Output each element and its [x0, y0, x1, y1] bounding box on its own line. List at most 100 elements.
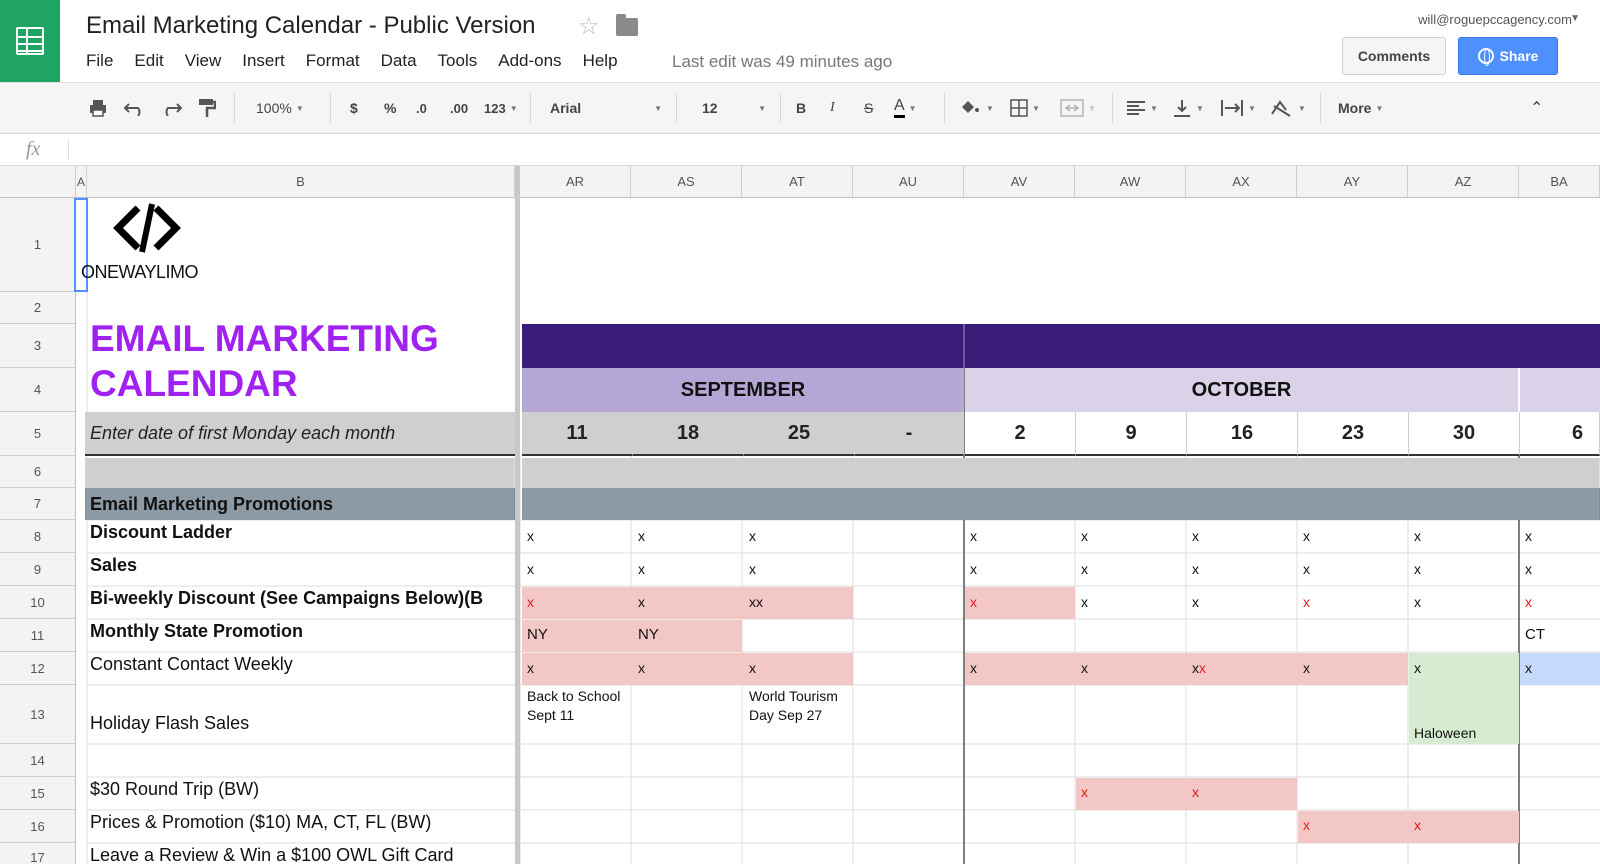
mark-r8-ay[interactable]: x	[1303, 528, 1310, 544]
column-header-b[interactable]: B	[87, 166, 515, 198]
frozen-column-divider[interactable]	[515, 166, 520, 864]
menu-edit[interactable]: Edit	[134, 51, 163, 71]
merge-cells-button[interactable]: ▼	[1060, 83, 1096, 133]
mark-r9-az[interactable]: x	[1414, 561, 1421, 577]
chevron-down-icon[interactable]: ▼	[1570, 13, 1580, 24]
mark-r8-as[interactable]: x	[638, 528, 645, 544]
share-button[interactable]: Share	[1458, 37, 1558, 75]
date-cell-as[interactable]: 18	[633, 412, 744, 456]
mark-r9-ba[interactable]: x	[1525, 561, 1532, 577]
menu-help[interactable]: Help	[583, 51, 618, 71]
percent-format-button[interactable]: %	[384, 83, 396, 133]
formula-bar[interactable]: fx	[0, 134, 1600, 166]
column-header-at[interactable]: AT	[742, 166, 853, 198]
note-world-tourism[interactable]: World Tourism Day Sep 27	[749, 687, 849, 725]
row-header-7[interactable]: 7	[0, 488, 76, 520]
mark-r12-ar[interactable]: x	[527, 660, 534, 676]
font-family-select[interactable]: Arial ▼	[550, 83, 662, 133]
row-header-4[interactable]: 4	[0, 368, 76, 412]
text-color-button[interactable]: A ▼	[894, 83, 917, 133]
paint-format-icon[interactable]	[198, 83, 216, 133]
mark-r15-aw[interactable]: x	[1081, 784, 1088, 800]
row-header-17[interactable]: 17	[0, 843, 76, 864]
decrease-decimal-button[interactable]: .0	[416, 83, 427, 133]
mark-r12-ba[interactable]: x	[1525, 660, 1532, 676]
column-header-ax[interactable]: AX	[1186, 166, 1297, 198]
row-label-holiday-flash-sales[interactable]: Holiday Flash Sales	[90, 713, 249, 734]
mark-r10-az[interactable]: x	[1414, 594, 1421, 610]
mark-r8-ar[interactable]: x	[527, 528, 534, 544]
row-header-9[interactable]: 9	[0, 553, 76, 586]
row-header-12[interactable]: 12	[0, 652, 76, 685]
mark-r12-az[interactable]: x	[1414, 660, 1421, 676]
strikethrough-button[interactable]: S	[864, 83, 873, 133]
date-cell-at[interactable]: 25	[744, 412, 855, 456]
mark-r11-as[interactable]: NY	[638, 626, 659, 643]
row-header-1[interactable]: 1	[0, 198, 76, 292]
mark-r8-ax[interactable]: x	[1192, 528, 1199, 544]
mark-r8-av[interactable]: x	[970, 528, 977, 544]
mark-r16-az[interactable]: x	[1414, 817, 1421, 833]
row-label-constant-contact[interactable]: Constant Contact Weekly	[90, 654, 293, 675]
zoom-select[interactable]: 100% ▼	[256, 83, 304, 133]
account-email[interactable]: will@roguepccagency.com	[1418, 12, 1572, 27]
mark-r10-ba[interactable]: x	[1525, 594, 1532, 610]
date-cell-aw[interactable]: 9	[1076, 412, 1187, 456]
text-rotation-button[interactable]: ▼	[1270, 83, 1306, 133]
row-header-11[interactable]: 11	[0, 619, 76, 652]
column-header-au[interactable]: AU	[853, 166, 964, 198]
row-header-3[interactable]: 3	[0, 324, 76, 368]
column-header-as[interactable]: AS	[631, 166, 742, 198]
mark-r9-aw[interactable]: x	[1081, 561, 1088, 577]
column-header-av[interactable]: AV	[964, 166, 1075, 198]
folder-icon[interactable]	[616, 14, 638, 36]
menu-data[interactable]: Data	[381, 51, 417, 71]
more-formats-button[interactable]: 123 ▼	[484, 83, 518, 133]
mark-r15-ax[interactable]: x	[1192, 784, 1199, 800]
mark-r10-ay[interactable]: x	[1303, 594, 1310, 610]
mark-r16-ay[interactable]: x	[1303, 817, 1310, 833]
mark-r9-ay[interactable]: x	[1303, 561, 1310, 577]
mark-r12-at[interactable]: x	[749, 660, 756, 676]
column-header-ba[interactable]: BA	[1519, 166, 1600, 198]
row-header-5[interactable]: 5	[0, 412, 76, 456]
mark-r10-as[interactable]: x	[638, 594, 645, 610]
currency-format-button[interactable]: $	[350, 83, 358, 133]
date-cell-ba[interactable]: 6	[1520, 412, 1600, 456]
menu-insert[interactable]: Insert	[242, 51, 285, 71]
mark-r12-as[interactable]: x	[638, 660, 645, 676]
mark-r12-ax[interactable]: xx	[1192, 660, 1206, 676]
last-edit-status[interactable]: Last edit was 49 minutes ago	[672, 52, 892, 72]
menu-view[interactable]: View	[185, 51, 222, 71]
date-cell-ar[interactable]: 11	[522, 412, 633, 456]
mark-r10-aw[interactable]: x	[1081, 594, 1088, 610]
date-cell-az[interactable]: 30	[1409, 412, 1520, 456]
select-all-corner[interactable]	[0, 166, 76, 198]
horizontal-align-button[interactable]: ▼	[1126, 83, 1158, 133]
mark-r10-at[interactable]: xx	[749, 594, 763, 610]
row-label-leave-review[interactable]: Leave a Review & Win a $100 OWL Gift Car…	[90, 845, 454, 864]
column-header-a[interactable]: A	[76, 166, 87, 198]
mark-r8-aw[interactable]: x	[1081, 528, 1088, 544]
row-header-15[interactable]: 15	[0, 777, 76, 810]
menu-file[interactable]: File	[86, 51, 113, 71]
section-title[interactable]: Email Marketing Promotions	[85, 488, 515, 520]
mark-r8-az[interactable]: x	[1414, 528, 1421, 544]
row-header-6[interactable]: 6	[0, 456, 76, 488]
row-label-monthly-state-promotion[interactable]: Monthly State Promotion	[90, 621, 303, 642]
star-icon[interactable]: ☆	[578, 12, 600, 41]
note-back-to-school[interactable]: Back to School Sept 11	[527, 687, 627, 725]
document-title[interactable]: Email Marketing Calendar - Public Versio…	[86, 12, 536, 40]
date-cell-au[interactable]: -	[855, 412, 964, 456]
mark-r9-as[interactable]: x	[638, 561, 645, 577]
menu-format[interactable]: Format	[306, 51, 360, 71]
sheets-logo-icon[interactable]	[0, 0, 60, 82]
row-header-13[interactable]: 13	[0, 685, 76, 744]
row-label-prices-promotion[interactable]: Prices & Promotion ($10) MA, CT, FL (BW)	[90, 812, 431, 833]
date-hint-cell[interactable]: Enter date of first Monday each month	[85, 412, 515, 456]
italic-button[interactable]: I	[830, 83, 835, 133]
row-label-discount-ladder[interactable]: Discount Ladder	[90, 522, 232, 543]
borders-button[interactable]: ▼	[1010, 83, 1040, 133]
mark-r10-ar[interactable]: x	[527, 594, 534, 610]
row-header-2[interactable]: 2	[0, 292, 76, 324]
